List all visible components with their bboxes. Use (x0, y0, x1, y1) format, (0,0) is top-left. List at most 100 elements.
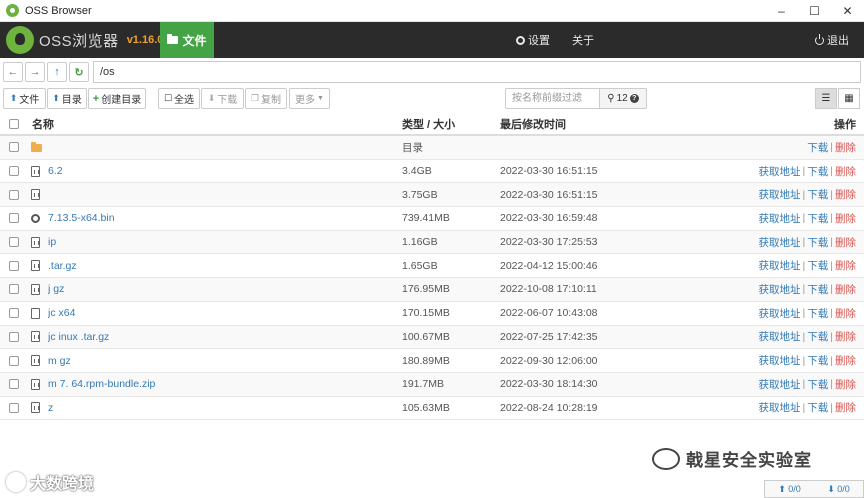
transfer-status[interactable]: ⬆ 0/0 ⬇ 0/0 (764, 480, 864, 498)
delete-link[interactable]: 删除 (835, 258, 856, 273)
copy-button[interactable]: ❐ 复制 (245, 88, 287, 109)
row-checkbox[interactable] (9, 189, 19, 200)
minimize-button[interactable]: – (765, 0, 798, 22)
download-link[interactable]: 下载 (807, 235, 828, 250)
row-icon (31, 136, 42, 159)
delete-link[interactable]: 删除 (835, 164, 856, 179)
row-checkbox[interactable] (9, 237, 19, 248)
table-row[interactable]: ip 1.16GB 2022-03-30 17:25:53 获取地址 | 下载 | 删除 (0, 230, 864, 255)
download-link[interactable]: 下载 (807, 140, 828, 155)
create-dir-button[interactable]: + 创建目录 (88, 88, 146, 109)
delete-link[interactable]: 删除 (835, 329, 856, 344)
delete-link[interactable]: 删除 (835, 377, 856, 392)
header-modified[interactable]: 最后修改时间 (500, 114, 566, 134)
row-checkbox[interactable] (9, 402, 19, 413)
refresh-button[interactable]: ↻ (69, 62, 89, 82)
tab-files[interactable]: 文件 (160, 22, 214, 58)
delete-link[interactable]: 删除 (835, 400, 856, 415)
file-name[interactable]: j gz (48, 278, 64, 301)
filter-input[interactable]: 按名称前缀过滤 (505, 88, 600, 109)
settings-link[interactable]: 设置 (516, 22, 550, 58)
file-name[interactable]: 7.13.5-x64.bin (48, 207, 115, 230)
toolbar: ⬆ 文件 ⬆ 目录 + 创建目录 ☐ 全选 ⬇ 下载 ❐ 复制 更多 ▼ 按名称… (0, 88, 864, 110)
list-view-button[interactable]: ☰ (815, 88, 837, 109)
up-button[interactable]: ↑ (47, 62, 67, 82)
table-row[interactable]: .tar.gz 1.65GB 2022-04-12 15:00:46 获取地址 |… (0, 254, 864, 279)
download-link[interactable]: 下载 (807, 164, 828, 179)
upload-dir-button[interactable]: ⬆ 目录 (47, 88, 87, 109)
download-link[interactable]: 下载 (807, 282, 828, 297)
delete-link[interactable]: 删除 (835, 140, 856, 155)
file-name[interactable]: .tar.gz (48, 254, 77, 277)
back-button[interactable]: ← (3, 62, 23, 82)
logout-link[interactable]: 退出 (815, 22, 849, 58)
row-checkbox[interactable] (9, 260, 19, 271)
table-row[interactable]: j gz 176.95MB 2022-10-08 17:10:11 获取地址 | 下… (0, 278, 864, 302)
get-url-link[interactable]: 获取地址 (759, 377, 801, 392)
delete-link[interactable]: 删除 (835, 353, 856, 368)
path-input[interactable]: /os (93, 61, 861, 83)
get-url-link[interactable]: 获取地址 (759, 282, 801, 297)
download-link[interactable]: 下载 (807, 377, 828, 392)
get-url-link[interactable]: 获取地址 (759, 353, 801, 368)
more-button[interactable]: 更多 ▼ (289, 88, 330, 109)
file-name[interactable]: ip (48, 231, 56, 254)
select-all-button[interactable]: ☐ 全选 (158, 88, 200, 109)
row-checkbox[interactable] (9, 284, 19, 295)
header-name[interactable]: 名称 (32, 114, 54, 134)
table-row[interactable]: 6.2 3.4GB 2022-03-30 16:51:15 获取地址 | 下载 | 删除 (0, 160, 864, 184)
close-button[interactable]: ✕ (831, 0, 864, 22)
download-link[interactable]: 下载 (807, 306, 828, 321)
file-name[interactable]: m gz (48, 349, 71, 372)
select-all-checkbox[interactable] (9, 119, 19, 129)
get-url-link[interactable]: 获取地址 (759, 164, 801, 179)
table-row[interactable]: jc inux .tar.gz 100.67MB 2022-07-25 17:4… (0, 325, 864, 350)
upload-file-button[interactable]: ⬆ 文件 (3, 88, 46, 109)
row-checkbox[interactable] (9, 213, 19, 224)
download-button[interactable]: ⬇ 下载 (201, 88, 244, 109)
forward-button[interactable]: → (25, 62, 45, 82)
row-checkbox[interactable] (9, 331, 19, 342)
row-checkbox[interactable] (9, 355, 19, 366)
table-row[interactable]: 3.75GB 2022-03-30 16:51:15 获取地址 | 下载 | 删除 (0, 183, 864, 208)
search-count-button[interactable]: ⚲ 12 ? (599, 88, 647, 109)
download-link[interactable]: 下载 (807, 258, 828, 273)
file-name[interactable]: jc x64 (48, 302, 75, 325)
download-link[interactable]: 下载 (807, 211, 828, 226)
table-row[interactable]: m gz 180.89MB 2022-09-30 12:06:00 获取地址 | 下… (0, 349, 864, 373)
delete-link[interactable]: 删除 (835, 306, 856, 321)
maximize-button[interactable]: ☐ (798, 0, 831, 22)
row-checkbox[interactable] (9, 166, 19, 177)
get-url-link[interactable]: 获取地址 (759, 400, 801, 415)
get-url-link[interactable]: 获取地址 (759, 306, 801, 321)
row-checkbox[interactable] (9, 308, 19, 319)
delete-link[interactable]: 删除 (835, 282, 856, 297)
delete-link[interactable]: 删除 (835, 187, 856, 202)
table-row[interactable]: 目录 下载 | 删除 (0, 136, 864, 160)
download-link[interactable]: 下载 (807, 329, 828, 344)
row-checkbox[interactable] (9, 379, 19, 390)
table-row[interactable]: m 7. 64.rpm-bundle.zip 191.7MB 2022-03-3… (0, 372, 864, 397)
grid-view-button[interactable]: ▦ (838, 88, 860, 109)
download-link[interactable]: 下载 (807, 353, 828, 368)
table-row[interactable]: z 105.63MB 2022-08-24 10:28:19 获取地址 | 下载 | 删… (0, 397, 864, 421)
table-row[interactable]: 7.13.5-x64.bin 739.41MB 2022-03-30 16:59… (0, 207, 864, 231)
download-link[interactable]: 下载 (807, 400, 828, 415)
row-icon (31, 183, 40, 206)
header-type-size[interactable]: 类型 / 大小 (402, 114, 455, 134)
delete-link[interactable]: 删除 (835, 235, 856, 250)
get-url-link[interactable]: 获取地址 (759, 329, 801, 344)
file-name[interactable]: jc inux .tar.gz (48, 326, 109, 349)
about-link[interactable]: 关于 (572, 22, 594, 58)
get-url-link[interactable]: 获取地址 (759, 235, 801, 250)
table-row[interactable]: jc x64 170.15MB 2022-06-07 10:43:08 获取地址… (0, 302, 864, 326)
get-url-link[interactable]: 获取地址 (759, 258, 801, 273)
get-url-link[interactable]: 获取地址 (759, 187, 801, 202)
file-name[interactable]: z (48, 397, 53, 420)
delete-link[interactable]: 删除 (835, 211, 856, 226)
row-checkbox[interactable] (9, 142, 19, 153)
get-url-link[interactable]: 获取地址 (759, 211, 801, 226)
download-link[interactable]: 下载 (807, 187, 828, 202)
file-name[interactable]: m 7. 64.rpm-bundle.zip (48, 373, 155, 396)
file-name[interactable]: 6.2 (48, 160, 63, 183)
